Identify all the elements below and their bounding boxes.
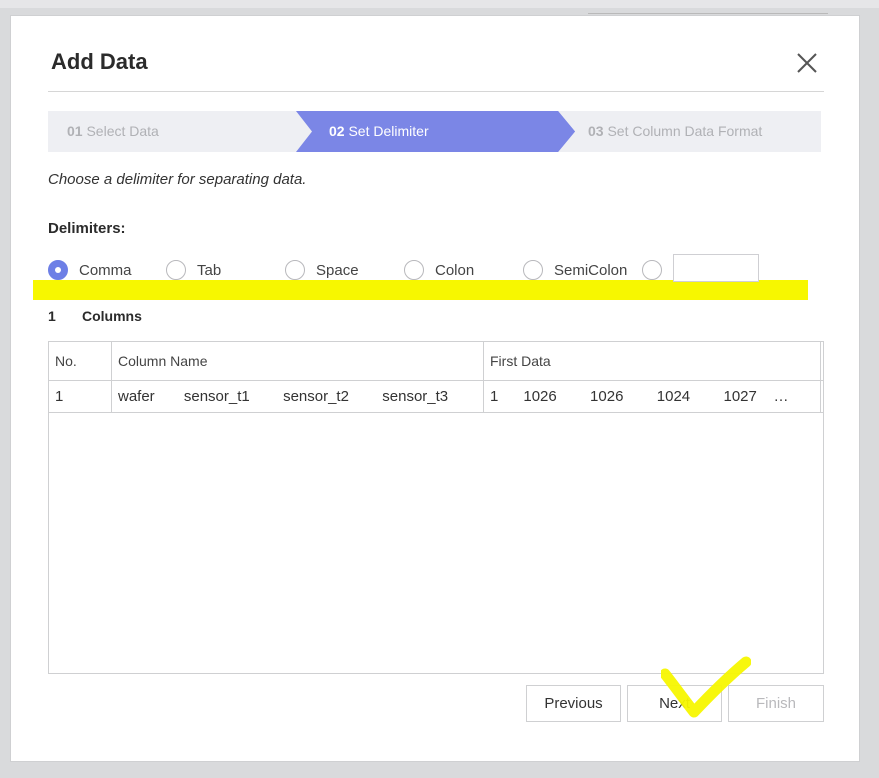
header-first-data: First Data bbox=[484, 342, 821, 380]
step-label: Set Delimiter bbox=[348, 123, 429, 139]
radio-label: Comma bbox=[79, 261, 132, 279]
background-top-strip bbox=[0, 0, 879, 8]
radio-label: SemiColon bbox=[554, 261, 628, 279]
previous-button[interactable]: Previous bbox=[526, 685, 621, 722]
cell-first-data: 1 1026 1026 1024 1027 1025 bbox=[484, 380, 821, 412]
header-no: No. bbox=[49, 342, 112, 380]
radio-comma[interactable]: Comma bbox=[48, 258, 132, 282]
wizard-steps: 01 Select Data 02 Set Delimiter 03 Set C… bbox=[48, 111, 821, 152]
custom-delimiter-input[interactable] bbox=[673, 254, 759, 282]
radio-label: Tab bbox=[197, 261, 222, 279]
step-set-delimiter[interactable]: 02 Set Delimiter bbox=[329, 111, 429, 152]
add-data-dialog: Add Data 01 Select Data 02 Set Delimiter… bbox=[10, 15, 860, 762]
cell-column-name: wafer sensor_t1 sensor_t2 sensor_t3 bbox=[112, 380, 484, 412]
step-set-column-format[interactable]: 03 Set Column Data Format bbox=[588, 111, 762, 152]
header-column-name: Column Name bbox=[112, 342, 484, 380]
column-name-text: wafer sensor_t1 sensor_t2 sensor_t3 bbox=[118, 387, 449, 405]
delimiter-radio-group: Comma Tab Space Colon SemiColon bbox=[48, 254, 828, 282]
step-select-data[interactable]: 01 Select Data bbox=[67, 111, 159, 152]
first-data-text: 1 1026 1026 1024 1027 1025 bbox=[490, 387, 792, 405]
preview-table: No. Column Name First Data 1 wafer senso… bbox=[48, 341, 824, 674]
radio-icon[interactable] bbox=[523, 260, 543, 280]
radio-icon[interactable] bbox=[404, 260, 424, 280]
radio-label: Space bbox=[316, 261, 359, 279]
delimiters-label: Delimiters: bbox=[48, 220, 126, 237]
step-number: 02 bbox=[329, 123, 345, 139]
checkmark-annotation bbox=[661, 656, 751, 718]
radio-space[interactable]: Space bbox=[285, 258, 359, 282]
step-number: 01 bbox=[67, 123, 83, 139]
table-row[interactable]: 1 wafer sensor_t1 sensor_t2 sensor_t3 1 … bbox=[49, 380, 823, 413]
radio-label: Colon bbox=[435, 261, 475, 279]
cell-no: 1 bbox=[49, 380, 112, 412]
step-number: 03 bbox=[588, 123, 604, 139]
columns-count: 1 Columns bbox=[48, 308, 142, 324]
radio-checked-icon[interactable] bbox=[48, 260, 68, 280]
radio-icon[interactable] bbox=[166, 260, 186, 280]
close-icon[interactable] bbox=[794, 50, 820, 76]
radio-icon[interactable] bbox=[285, 260, 305, 280]
columns-count-number: 1 bbox=[48, 308, 56, 324]
step-label: Set Column Data Format bbox=[607, 123, 763, 139]
radio-icon[interactable] bbox=[642, 260, 662, 280]
highlight-mark bbox=[33, 280, 808, 300]
radio-colon[interactable]: Colon bbox=[404, 258, 474, 282]
radio-semicolon[interactable]: SemiColon bbox=[523, 258, 627, 282]
instruction-text: Choose a delimiter for separating data. bbox=[48, 171, 307, 188]
step-label: Select Data bbox=[86, 123, 159, 139]
table-header: No. Column Name First Data bbox=[49, 342, 823, 381]
radio-tab[interactable]: Tab bbox=[166, 258, 221, 282]
columns-count-label: Columns bbox=[82, 308, 142, 324]
title-divider bbox=[48, 91, 824, 92]
dialog-title: Add Data bbox=[51, 49, 148, 74]
background-divider bbox=[588, 13, 828, 14]
radio-custom[interactable] bbox=[642, 258, 662, 282]
